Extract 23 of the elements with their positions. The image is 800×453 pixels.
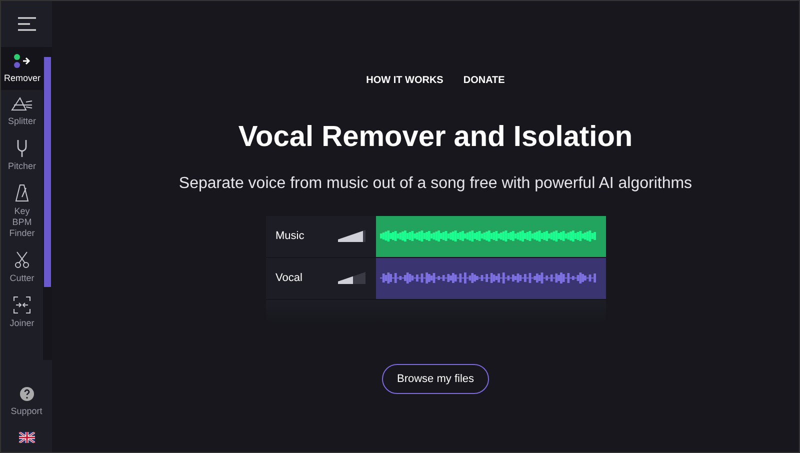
prism-icon <box>11 96 33 112</box>
metronome-icon <box>15 184 29 202</box>
nav-link[interactable]: HOW IT WORKS <box>366 73 444 88</box>
scrollbar[interactable] <box>43 47 52 360</box>
scissors-icon <box>14 251 30 269</box>
page-title: Vocal Remover and Isolation <box>238 120 633 155</box>
sidebar-item[interactable]: Joiner <box>1 290 43 335</box>
track-label: Music <box>276 228 304 244</box>
help-icon <box>20 386 34 400</box>
sidebar-item[interactable]: Splitter <box>1 90 43 133</box>
page-subtitle: Separate voice from music out of a song free with powerful AI algorithms <box>178 174 692 194</box>
nav-link[interactable]: DONATE <box>463 73 505 88</box>
sidebar-item[interactable]: Key BPM Finder <box>1 178 43 245</box>
join-icon <box>13 296 31 314</box>
tuning-fork-icon <box>15 139 29 157</box>
sidebar-item[interactable]: Cutter <box>1 245 43 290</box>
sidebar-item[interactable]: Remover <box>1 47 43 90</box>
support-button[interactable]: Support <box>10 386 42 418</box>
dots-arrow-icon <box>13 53 31 69</box>
sidebar-item[interactable]: Pitcher <box>1 133 43 178</box>
browse-button[interactable]: Browse my files <box>382 364 490 394</box>
flag-icon[interactable] <box>18 432 34 443</box>
track-label: Vocal <box>276 270 302 286</box>
